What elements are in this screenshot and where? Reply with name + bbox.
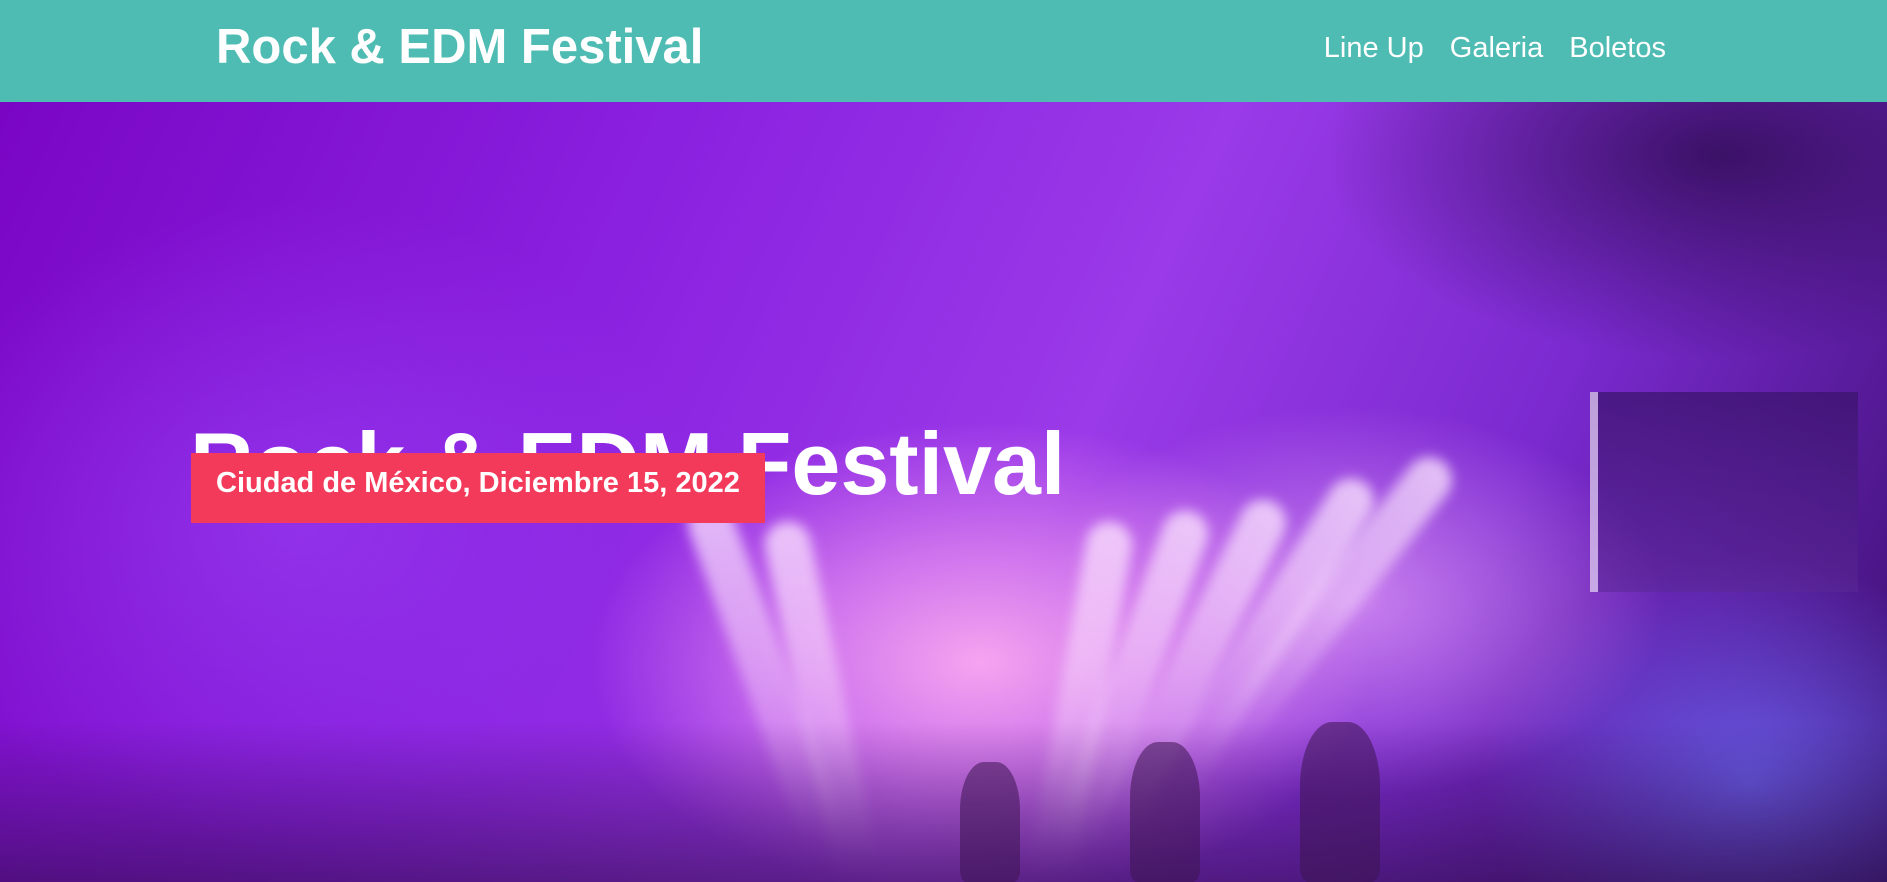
performer-silhouette <box>1130 742 1200 882</box>
performer-silhouette <box>1300 722 1380 882</box>
event-date-badge: Ciudad de México, Diciembre 15, 2022 <box>191 453 765 523</box>
stage-screen <box>1590 392 1858 592</box>
nav-link-boletos[interactable]: Boletos <box>1569 30 1666 66</box>
performer-silhouette <box>960 762 1020 882</box>
main-nav: Line Up Galeria Boletos <box>1324 30 1666 66</box>
nav-link-galeria[interactable]: Galeria <box>1450 30 1544 66</box>
nav-link-line-up[interactable]: Line Up <box>1324 30 1424 66</box>
stage-lighting-rig <box>1320 102 1887 362</box>
crowd-silhouette <box>0 722 1887 882</box>
site-brand[interactable]: Rock & EDM Festival <box>216 18 703 76</box>
site-header: Rock & EDM Festival Line Up Galeria Bole… <box>0 0 1887 102</box>
